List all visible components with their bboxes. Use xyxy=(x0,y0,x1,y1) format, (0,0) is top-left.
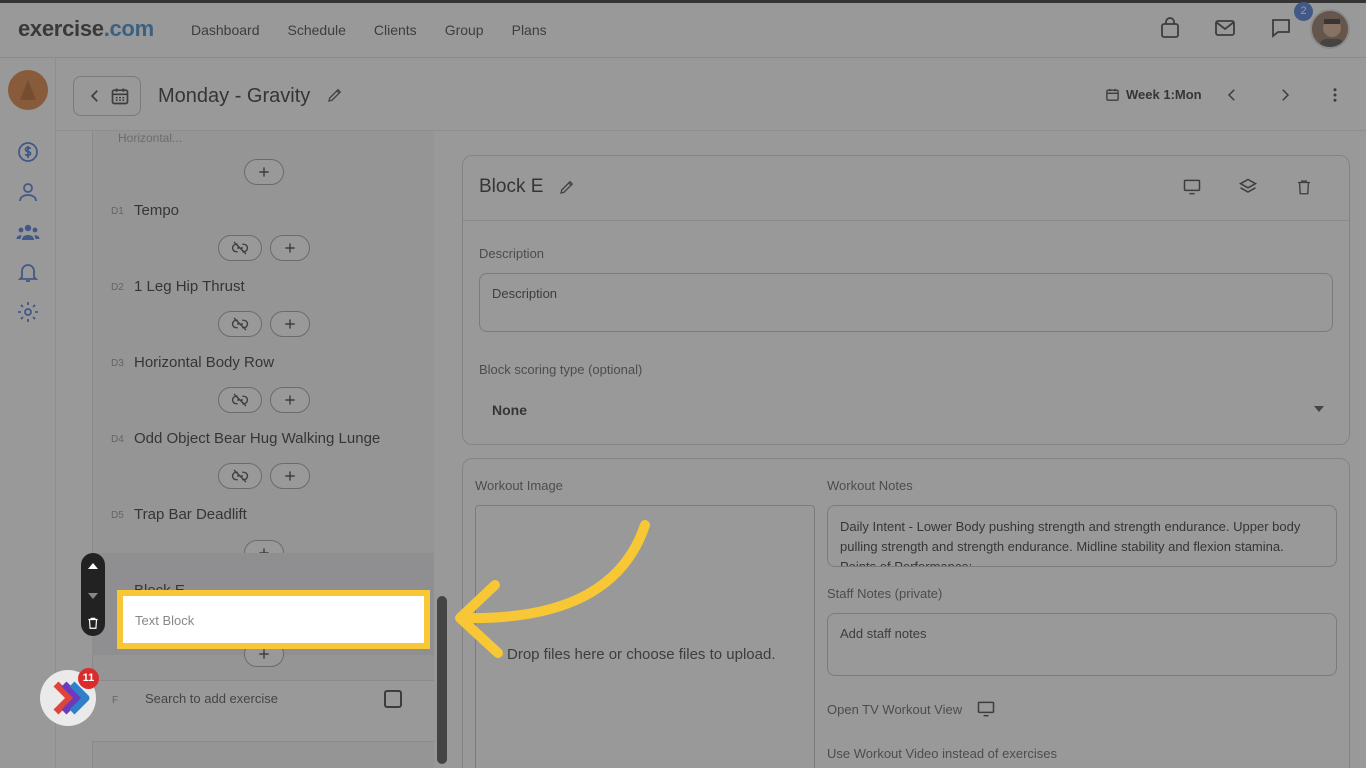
list-item[interactable]: D5 Trap Bar Deadlift xyxy=(92,500,434,540)
workout-video-label: Use Workout Video instead of exercises xyxy=(827,746,1058,761)
user-avatar[interactable] xyxy=(1310,9,1350,49)
scoring-select[interactable]: None xyxy=(479,390,1333,430)
add-exercise-button[interactable] xyxy=(270,235,310,261)
settings-icon[interactable] xyxy=(16,300,40,324)
client-icon[interactable] xyxy=(16,180,40,204)
chat-badge: 2 xyxy=(1294,2,1313,21)
search-code: F xyxy=(112,695,119,706)
nav-dashboard[interactable]: Dashboard xyxy=(191,22,260,38)
list-item[interactable]: D3 Horizontal Body Row xyxy=(92,348,434,388)
edit-title-icon[interactable] xyxy=(326,86,344,104)
workout-notes-field[interactable]: Daily Intent - Lower Body pushing streng… xyxy=(827,505,1337,567)
move-down-icon[interactable] xyxy=(87,591,99,601)
chevron-down-icon xyxy=(1313,404,1325,414)
list-scrollbar[interactable] xyxy=(437,596,447,764)
page-title: Monday - Gravity xyxy=(158,85,311,107)
calendar-icon xyxy=(110,86,130,106)
tv-view-label[interactable]: Open TV Workout View xyxy=(827,702,962,717)
block-move-controls xyxy=(81,553,105,636)
tv-monitor-icon[interactable] xyxy=(975,699,997,719)
trash-icon[interactable] xyxy=(1295,177,1313,197)
week-selector[interactable]: Week 1:Mon xyxy=(1105,87,1202,102)
nav-clients[interactable]: Clients xyxy=(374,22,417,38)
add-exercise-button[interactable] xyxy=(270,463,310,489)
unlink-button[interactable] xyxy=(218,235,262,261)
truncated-exercise: Horizontal... xyxy=(118,131,183,145)
shopping-bag-icon[interactable] xyxy=(1158,16,1182,40)
week-label: Week 1:Mon xyxy=(1126,87,1202,102)
chat-icon[interactable] xyxy=(1269,16,1293,40)
main-nav: Dashboard Schedule Clients Group Plans xyxy=(191,22,547,38)
more-options-icon[interactable] xyxy=(1326,86,1344,104)
brand-logo[interactable]: exercise.com xyxy=(18,16,154,42)
nav-group[interactable]: Group xyxy=(445,22,484,38)
delete-block-icon[interactable] xyxy=(86,615,100,631)
block-title: Block E xyxy=(479,176,544,197)
unlink-button[interactable] xyxy=(218,311,262,337)
notification-badge: 11 xyxy=(78,668,99,689)
monitor-icon[interactable] xyxy=(1181,177,1203,197)
description-label: Description xyxy=(479,246,545,261)
search-input[interactable]: Search to add exercise xyxy=(145,691,278,706)
nav-plans[interactable]: Plans xyxy=(512,22,547,38)
icon-rail xyxy=(0,58,56,768)
select-checkbox[interactable] xyxy=(384,690,402,708)
scoring-label: Block scoring type (optional) xyxy=(479,362,643,377)
workout-image-label: Workout Image xyxy=(475,478,563,493)
unlink-button[interactable] xyxy=(218,387,262,413)
edit-block-icon[interactable] xyxy=(558,178,576,196)
calendar-small-icon xyxy=(1105,87,1120,102)
list-item[interactable]: D2 1 Leg Hip Thrust xyxy=(92,272,434,312)
nav-schedule[interactable]: Schedule xyxy=(288,22,346,38)
group-icon[interactable] xyxy=(16,220,40,244)
text-block-label: Text Block xyxy=(135,613,195,628)
bell-icon[interactable] xyxy=(16,260,40,284)
prev-day-button[interactable] xyxy=(1223,86,1241,104)
workout-notes-label: Workout Notes xyxy=(827,478,913,493)
add-exercise-button[interactable] xyxy=(270,387,310,413)
add-exercise-button[interactable] xyxy=(244,159,284,185)
add-exercise-button[interactable] xyxy=(270,311,310,337)
next-day-button[interactable] xyxy=(1276,86,1294,104)
description-field[interactable]: Description xyxy=(479,273,1333,332)
list-item[interactable]: D4 Odd Object Bear Hug Walking Lunge xyxy=(92,424,434,464)
unlink-button[interactable] xyxy=(218,463,262,489)
org-logo[interactable] xyxy=(8,70,48,110)
add-exercise-row: F Search to add exercise xyxy=(92,680,434,742)
chevron-left-icon xyxy=(86,87,104,105)
mail-icon[interactable] xyxy=(1213,16,1237,40)
list-item[interactable]: D1 Tempo xyxy=(92,196,434,236)
staff-notes-field[interactable]: Add staff notes xyxy=(827,613,1337,676)
back-calendar-button[interactable] xyxy=(73,76,141,116)
layers-icon[interactable] xyxy=(1238,177,1258,197)
tutorial-arrow-icon xyxy=(455,520,650,658)
billing-icon[interactable] xyxy=(16,140,40,164)
move-up-icon[interactable] xyxy=(87,561,99,571)
divider xyxy=(463,220,1349,221)
staff-notes-label: Staff Notes (private) xyxy=(827,586,943,601)
text-block-highlight[interactable]: Text Block xyxy=(117,590,430,649)
